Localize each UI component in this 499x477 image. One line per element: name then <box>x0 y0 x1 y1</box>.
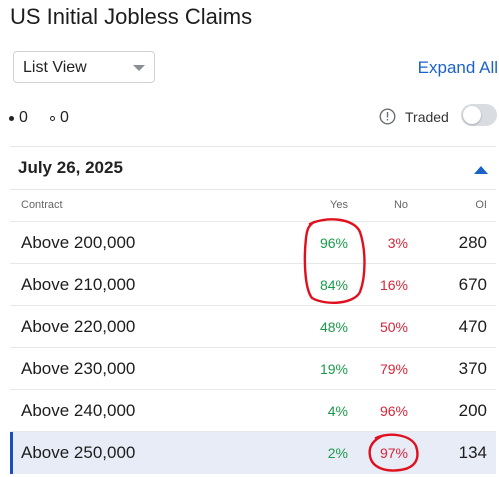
yes-price[interactable]: 19% <box>320 361 348 377</box>
filled-dot-icon <box>9 115 14 121</box>
contract-name: Above 230,000 <box>21 359 136 378</box>
table-row[interactable]: Above 240,000 4% 96% 200 <box>10 390 496 432</box>
traded-label: Traded <box>405 109 449 125</box>
table-row[interactable]: Above 230,000 19% 79% 370 <box>10 348 496 390</box>
contract-name: Above 240,000 <box>21 401 136 420</box>
no-price[interactable]: 79% <box>380 361 408 377</box>
no-price[interactable]: 50% <box>380 319 408 335</box>
filled-dot-count: 0 <box>19 109 28 126</box>
contract-name: Above 210,000 <box>21 275 136 294</box>
filled-dot-counter: 0 <box>9 109 28 127</box>
contract-name: Above 220,000 <box>21 317 136 336</box>
table-row[interactable]: Above 220,000 48% 50% 470 <box>10 306 496 348</box>
yes-price[interactable]: 96% <box>320 235 348 251</box>
contract-name: Above 250,000 <box>21 443 136 462</box>
expand-all-button[interactable]: Expand All <box>418 58 498 78</box>
no-price[interactable]: 97% <box>380 445 408 461</box>
view-select-value: List View <box>23 59 87 76</box>
info-circle-icon[interactable] <box>379 108 396 125</box>
column-header-oi: OI <box>475 199 487 211</box>
open-interest: 370 <box>458 359 487 378</box>
ring-dot-counter: 0 <box>50 109 69 127</box>
column-header-contract: Contract <box>21 199 63 211</box>
open-interest: 200 <box>458 401 487 420</box>
ring-dot-count: 0 <box>60 109 69 126</box>
yes-price[interactable]: 2% <box>328 445 348 461</box>
contract-name: Above 200,000 <box>21 233 136 252</box>
open-interest: 134 <box>458 443 487 462</box>
yes-price[interactable]: 84% <box>320 277 348 293</box>
no-price[interactable]: 3% <box>388 235 408 251</box>
table-row[interactable]: Above 200,000 96% 3% 280 <box>10 222 496 264</box>
no-price[interactable]: 96% <box>380 403 408 419</box>
open-interest: 670 <box>458 275 487 294</box>
toggle-knob <box>463 106 481 124</box>
header-divider <box>10 189 496 190</box>
section-divider <box>10 146 496 147</box>
yes-price[interactable]: 48% <box>320 319 348 335</box>
ring-dot-icon <box>50 115 55 121</box>
no-price[interactable]: 16% <box>380 277 408 293</box>
column-header-no: No <box>393 199 408 211</box>
column-header-yes: Yes <box>330 199 348 211</box>
triangle-up-icon[interactable] <box>474 166 488 174</box>
page-title: US Initial Jobless Claims <box>10 4 253 29</box>
table-row[interactable]: Above 210,000 84% 16% 670 <box>10 264 496 306</box>
traded-toggle[interactable] <box>461 104 497 126</box>
open-interest: 280 <box>458 233 487 252</box>
section-date: July 26, 2025 <box>18 158 123 177</box>
table-row-selected[interactable]: Above 250,000 2% 97% 134 <box>10 432 496 474</box>
view-select[interactable]: List View <box>13 51 155 83</box>
chevron-down-icon <box>133 65 145 71</box>
open-interest: 470 <box>458 317 487 336</box>
yes-price[interactable]: 4% <box>328 403 348 419</box>
